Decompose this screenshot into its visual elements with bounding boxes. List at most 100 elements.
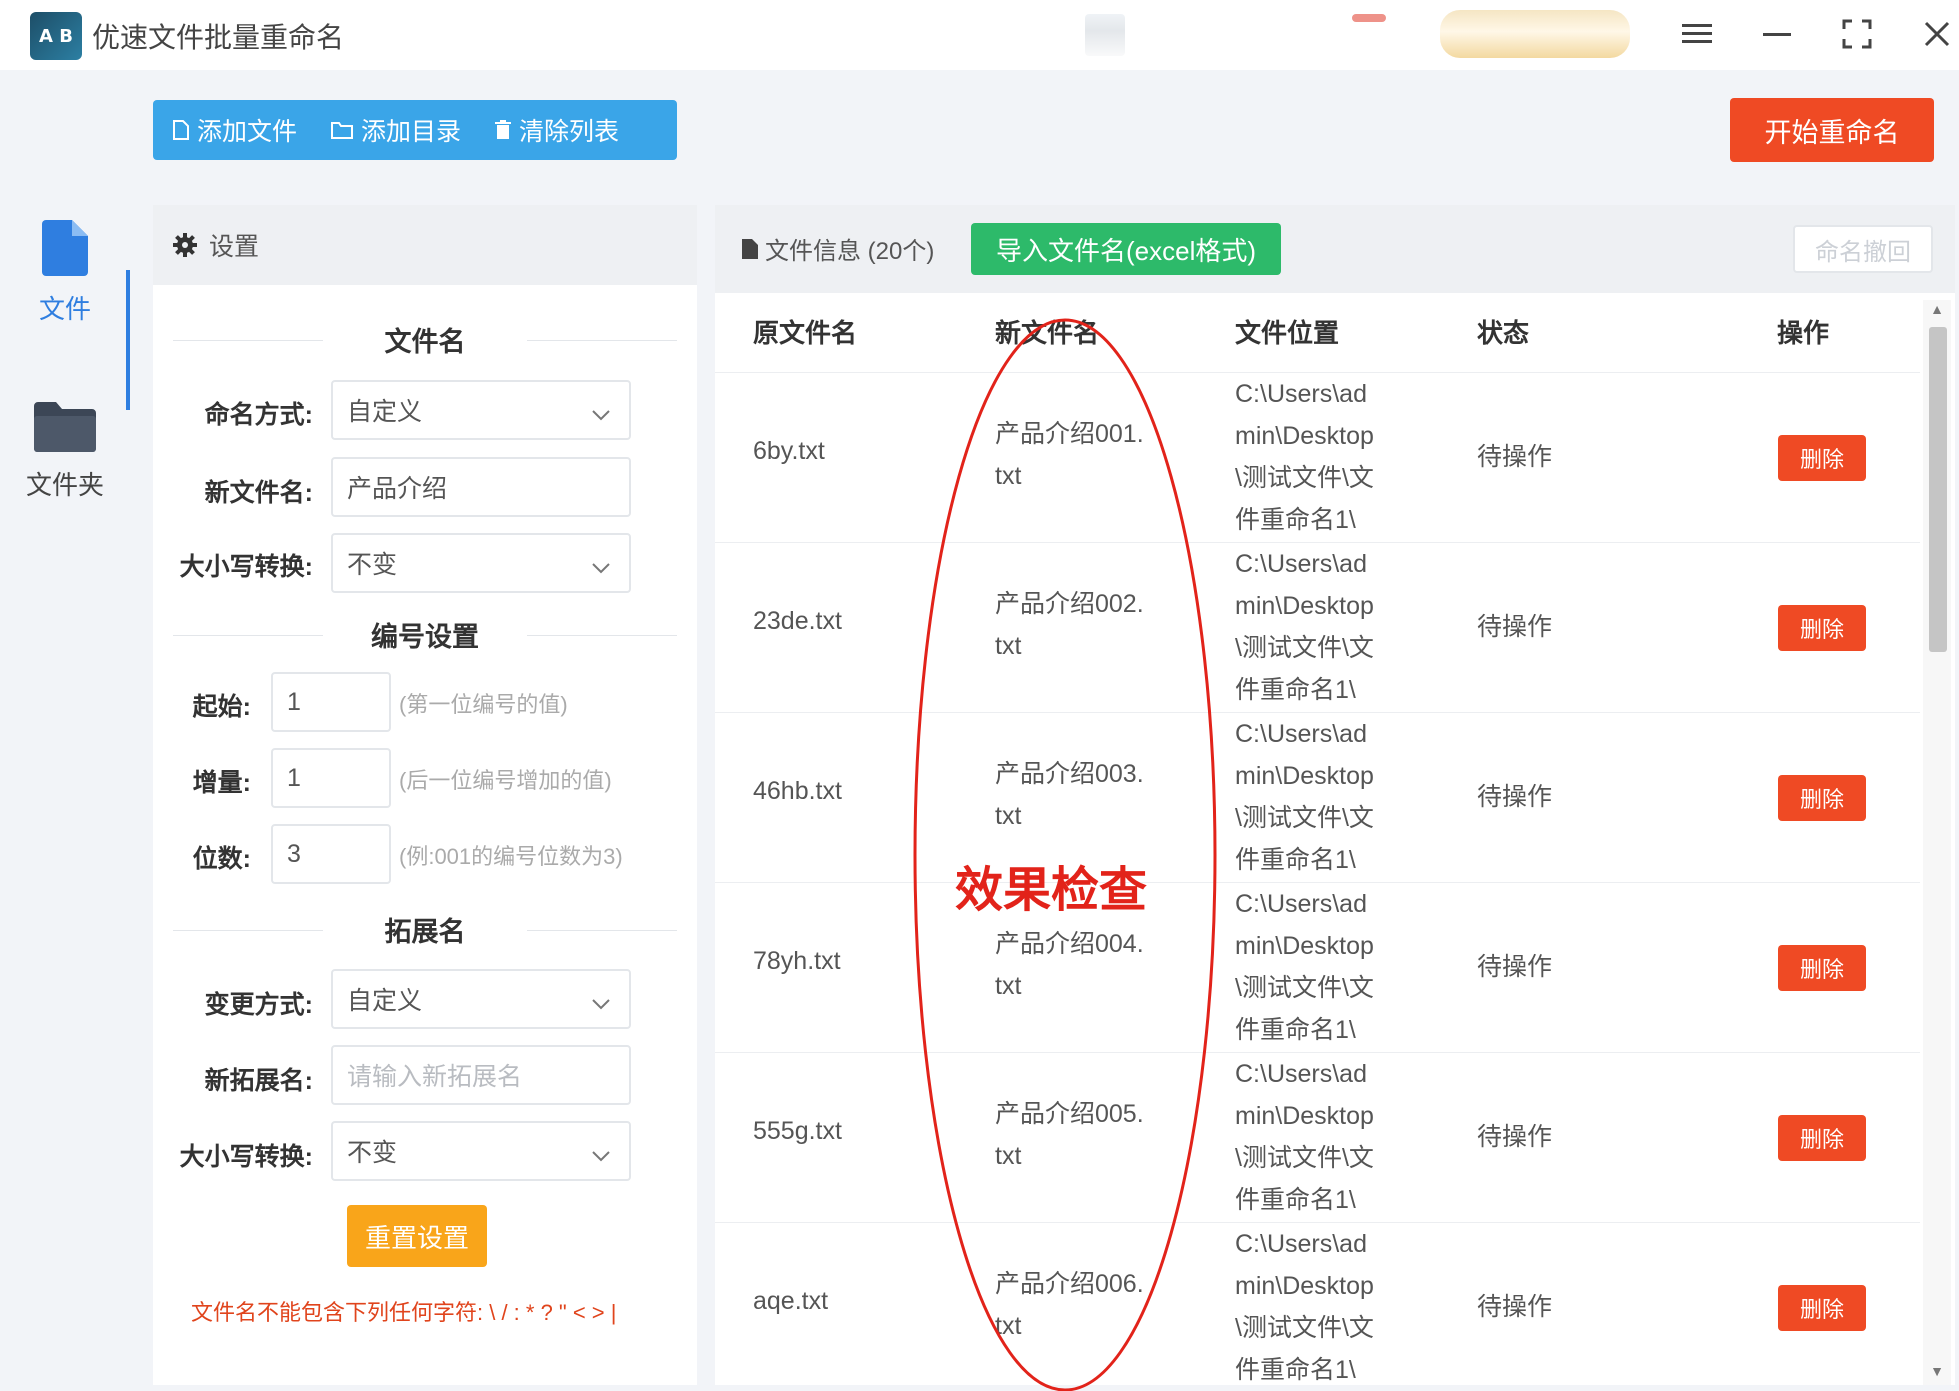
reset-settings-button[interactable]: 重置设置 — [347, 1205, 487, 1267]
delete-button[interactable]: 删除 — [1778, 605, 1866, 651]
new-filename-input[interactable]: 产品介绍 — [331, 457, 631, 517]
blurred-region — [1352, 14, 1386, 22]
file-icon — [741, 238, 759, 260]
status-cell: 待操作 — [1477, 1293, 1553, 1321]
path-line: 件重命名1\ — [1235, 1356, 1356, 1384]
chevron-down-icon — [591, 1141, 611, 1170]
maximize-icon[interactable] — [1833, 10, 1881, 58]
status-cell: 待操作 — [1477, 953, 1553, 981]
minimize-icon[interactable] — [1753, 10, 1801, 58]
naming-mode-label: 命名方式: — [204, 401, 313, 429]
nav-item-folder[interactable]: 文件夹 — [0, 400, 130, 540]
path-line: \测试文件\文 — [1235, 804, 1374, 832]
file-info-label: 文件信息 (20个) — [765, 238, 935, 265]
path-line: min\Desktop — [1235, 1102, 1374, 1130]
case-convert-label: 大小写转换: — [179, 553, 313, 581]
table-row: 78yh.txt 产品介绍004. txt C:\Users\ad min\Desk… — [715, 882, 1920, 1052]
path-line: C:\Users\ad — [1235, 720, 1367, 748]
clear-list-label: 清除列表 — [519, 118, 620, 146]
nav-active-indicator — [126, 270, 130, 410]
ext-case-label: 大小写转换: — [179, 1143, 313, 1171]
left-nav: 文件 文件夹 — [0, 70, 130, 1391]
path-line: min\Desktop — [1235, 1272, 1374, 1300]
digits-label: 位数: — [192, 845, 251, 873]
file-location-cell: C:\Users\ad min\Desktop \测试文件\文 件重命名1\ — [1235, 543, 1405, 711]
naming-mode-value: 自定义 — [347, 398, 423, 426]
original-name-cell: 555g.txt — [753, 1117, 842, 1145]
new-extension-input[interactable]: 请输入新拓展名 — [331, 1045, 631, 1105]
status-cell: 待操作 — [1477, 443, 1553, 471]
import-excel-button[interactable]: 导入文件名(excel格式) — [971, 223, 1281, 275]
gear-icon — [173, 233, 197, 257]
start-number-label: 起始: — [192, 693, 251, 721]
ext-mode-select[interactable]: 自定义 — [331, 969, 631, 1029]
path-line: C:\Users\ad — [1235, 380, 1367, 408]
status-cell: 待操作 — [1477, 613, 1553, 641]
trash-icon — [495, 120, 512, 140]
file-list-panel: 文件信息 (20个) 导入文件名(excel格式) 命名撤回 原文件名 新文件名… — [715, 205, 1955, 1385]
ext-case-value: 不变 — [347, 1139, 398, 1167]
folder-icon — [34, 400, 96, 457]
ext-mode-label: 变更方式: — [204, 991, 313, 1019]
path-line: \测试文件\文 — [1235, 1144, 1374, 1172]
path-line: C:\Users\ad — [1235, 1060, 1367, 1088]
column-header-original: 原文件名 — [753, 318, 858, 348]
invalid-chars-warning: 文件名不能包含下列任何字符: \ / : * ? " < > | — [191, 1300, 617, 1325]
close-icon[interactable] — [1913, 10, 1959, 58]
settings-panel: 设置 文件名 命名方式: 自定义 新文件名: 产品介绍 大小写转换: 不变 编号… — [153, 205, 697, 1385]
path-line: min\Desktop — [1235, 762, 1374, 790]
file-icon — [173, 120, 189, 140]
file-location-cell: C:\Users\ad min\Desktop \测试文件\文 件重命名1\ — [1235, 883, 1405, 1051]
menu-icon[interactable] — [1673, 10, 1721, 58]
scroll-up-icon[interactable]: ▲ — [1927, 301, 1947, 321]
nav-label: 文件 — [38, 294, 91, 324]
ext-case-select[interactable]: 不变 — [331, 1121, 631, 1181]
path-line: \测试文件\文 — [1235, 974, 1374, 1002]
start-number-input[interactable]: 1 — [271, 672, 391, 732]
chevron-down-icon — [591, 400, 611, 429]
naming-mode-select[interactable]: 自定义 — [331, 380, 631, 440]
delete-button[interactable]: 删除 — [1778, 1285, 1866, 1331]
blurred-region — [1085, 14, 1125, 56]
path-line: 件重命名1\ — [1235, 676, 1356, 704]
original-name-cell: aqe.txt — [753, 1287, 829, 1315]
delete-button[interactable]: 删除 — [1778, 945, 1866, 991]
path-line: C:\Users\ad — [1235, 890, 1367, 918]
undo-rename-button[interactable]: 命名撤回 — [1793, 225, 1933, 273]
path-line: 件重命名1\ — [1235, 506, 1356, 534]
start-rename-button[interactable]: 开始重命名 — [1730, 98, 1934, 162]
clear-list-button[interactable]: 清除列表 — [495, 112, 619, 148]
settings-header: 设置 — [153, 205, 697, 285]
table-row: 555g.txt 产品介绍005. txt C:\Users\ad min\Desk… — [715, 1052, 1920, 1222]
nav-item-file[interactable]: 文件 — [0, 220, 130, 360]
path-line: C:\Users\ad — [1235, 550, 1367, 578]
scroll-down-icon[interactable]: ▼ — [1927, 1363, 1947, 1383]
table-row: 23de.txt 产品介绍002. txt C:\Users\ad min\Desk… — [715, 542, 1920, 712]
file-icon — [42, 220, 88, 281]
file-location-cell: C:\Users\ad min\Desktop \测试文件\文 件重命名1\ — [1235, 713, 1405, 881]
add-directory-button[interactable]: 添加目录 — [331, 112, 461, 148]
extension-section-title: 拓展名 — [173, 910, 677, 950]
increment-input[interactable]: 1 — [271, 748, 391, 808]
delete-button[interactable]: 删除 — [1778, 435, 1866, 481]
add-file-button[interactable]: 添加文件 — [173, 112, 297, 148]
status-cell: 待操作 — [1477, 783, 1553, 811]
scrollbar-thumb[interactable] — [1929, 327, 1947, 652]
digits-input[interactable]: 3 — [271, 824, 391, 884]
path-line: min\Desktop — [1235, 422, 1374, 450]
delete-button[interactable]: 删除 — [1778, 775, 1866, 821]
original-name-cell: 6by.txt — [753, 437, 825, 465]
path-line: min\Desktop — [1235, 932, 1374, 960]
file-location-cell: C:\Users\ad min\Desktop \测试文件\文 件重命名1\ — [1235, 373, 1405, 541]
title-bar: A B 优速文件批量重命名 — [0, 0, 1959, 70]
file-info-title: 文件信息 (20个) — [741, 231, 934, 266]
path-line: C:\Users\ad — [1235, 1230, 1367, 1258]
delete-button[interactable]: 删除 — [1778, 1115, 1866, 1161]
table-row: aqe.txt 产品介绍006. txt C:\Users\ad min\Deskt… — [715, 1222, 1920, 1391]
nav-label: 文件夹 — [25, 470, 104, 500]
add-file-label: 添加文件 — [197, 118, 298, 146]
case-convert-select[interactable]: 不变 — [331, 533, 631, 593]
folder-icon — [331, 121, 354, 139]
increment-label: 增量: — [192, 769, 251, 797]
path-line: \测试文件\文 — [1235, 464, 1374, 492]
